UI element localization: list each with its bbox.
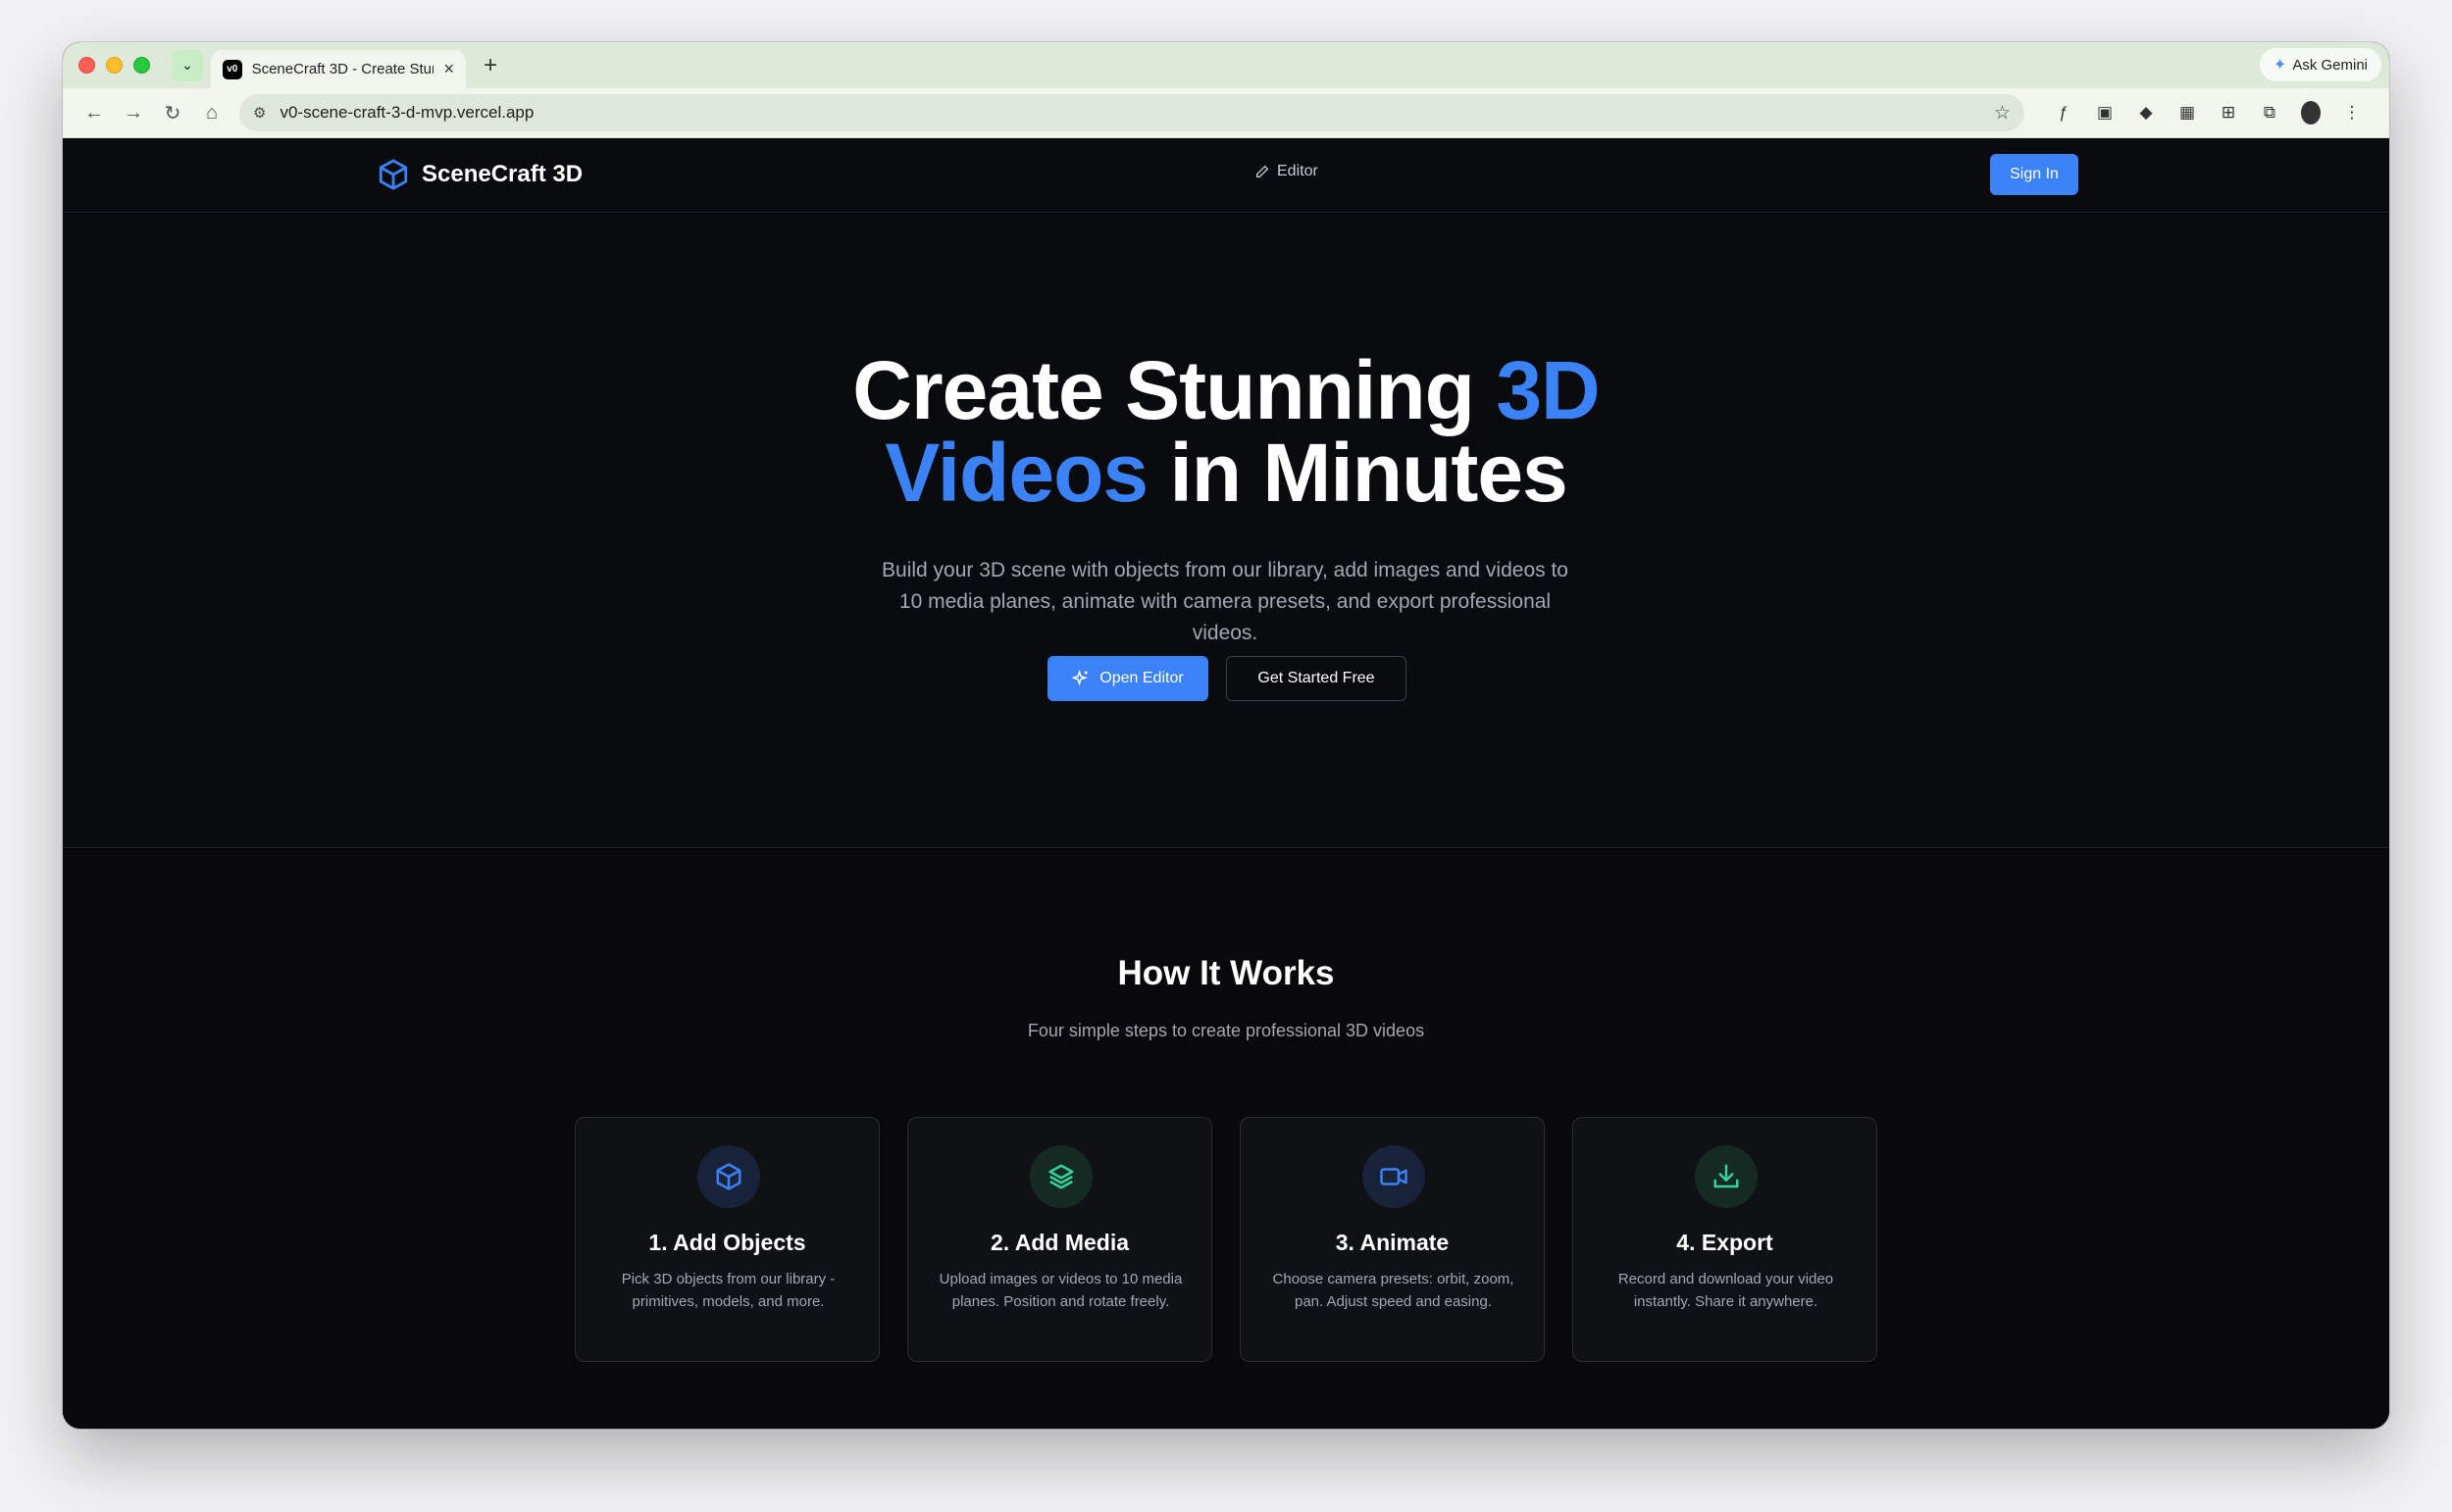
hero-title-accent2: Videos	[885, 427, 1149, 519]
download-icon	[1713, 1164, 1739, 1188]
nav-editor-link[interactable]: Editor	[1254, 163, 1318, 180]
step-description: Choose camera presets: orbit, zoom, pan.…	[1272, 1271, 1514, 1310]
open-editor-button[interactable]: Open Editor	[1047, 656, 1208, 701]
site-header: SceneCraft 3D Editor Sign In	[63, 138, 2389, 213]
extension-f-icon[interactable]: ƒ	[2054, 103, 2073, 123]
tab-strip: ⌄ v0 SceneCraft 3D - Create Stunni × + ✦…	[63, 42, 2389, 88]
extension-grid-icon[interactable]: ⊞	[2219, 103, 2238, 123]
step-description: Upload images or videos to 10 media plan…	[939, 1271, 1183, 1310]
sparkles-icon	[1072, 670, 1089, 686]
browser-toolbar: ← → ↻ ⌂ ⚙ v0-scene-craft-3-d-mvp.vercel.…	[63, 88, 2389, 138]
extensions-area: ƒ ▣ ◆ ▦ ⊞ ⧉ ⋮	[2054, 101, 2362, 125]
url-text[interactable]: v0-scene-craft-3-d-mvp.vercel.app	[280, 103, 1980, 123]
get-started-button[interactable]: Get Started Free	[1226, 656, 1406, 701]
nav-editor-label: Editor	[1277, 163, 1318, 179]
step-icon-wrap	[1695, 1145, 1758, 1208]
how-it-works-title: How It Works	[1117, 954, 1335, 992]
cube-icon	[716, 1163, 741, 1190]
step-card-animate: 3. Animate Choose camera presets: orbit,…	[1240, 1117, 1545, 1362]
extension-qr-icon[interactable]: ▦	[2177, 103, 2197, 123]
logo[interactable]: SceneCraft 3D	[377, 158, 583, 191]
bookmark-star-icon[interactable]: ☆	[1994, 102, 2011, 125]
step-title: 2. Add Media	[991, 1230, 1129, 1255]
how-it-works-subtitle: Four simple steps to create professional…	[1027, 1021, 1425, 1040]
window-controls	[78, 57, 150, 74]
forward-arrow-icon[interactable]: →	[114, 102, 153, 125]
hero-title-part2: in Minutes	[1148, 427, 1567, 519]
gemini-sparkle-icon: ✦	[2273, 57, 2287, 74]
browser-window: ⌄ v0 SceneCraft 3D - Create Stunni × + ✦…	[63, 42, 2389, 1429]
sign-in-button[interactable]: Sign In	[1990, 154, 2078, 195]
close-window-button[interactable]	[78, 57, 95, 74]
maximize-window-button[interactable]	[133, 57, 150, 74]
home-icon[interactable]: ⌂	[192, 102, 231, 125]
back-arrow-icon[interactable]: ←	[75, 102, 114, 125]
pencil-icon	[1256, 165, 1269, 177]
tab-title: SceneCraft 3D - Create Stunni	[251, 61, 434, 77]
browser-tab-active[interactable]: v0 SceneCraft 3D - Create Stunni ×	[211, 50, 466, 88]
step-card-export: 4. Export Record and download your video…	[1572, 1117, 1877, 1362]
hero-title-part1: Create Stunning	[852, 344, 1497, 436]
step-icon-wrap	[1030, 1145, 1093, 1208]
hero-title-accent1: 3D	[1496, 344, 1600, 436]
extension-box-icon[interactable]: ▣	[2095, 103, 2115, 123]
hero-section: Create Stunning 3D Videos in Minutes Bui…	[63, 214, 2389, 848]
step-title: 1. Add Objects	[648, 1230, 806, 1255]
cube-logo-icon	[379, 159, 408, 190]
how-it-works-section: How It Works Four simple steps to create…	[63, 849, 2389, 1429]
video-camera-icon	[1380, 1168, 1407, 1185]
tab-search-button[interactable]: ⌄	[172, 49, 203, 81]
steps-cards: 1. Add Objects Pick 3D objects from our …	[575, 1117, 1877, 1362]
step-card-add-media: 2. Add Media Upload images or videos to …	[907, 1117, 1212, 1362]
open-editor-label: Open Editor	[1099, 670, 1184, 686]
hero-title: Create Stunning 3D Videos in Minutes	[63, 349, 2389, 514]
new-tab-button[interactable]: +	[484, 52, 497, 79]
step-title: 4. Export	[1676, 1230, 1773, 1255]
more-menu-icon[interactable]: ⋮	[2342, 103, 2362, 123]
layers-icon	[1048, 1164, 1074, 1189]
close-tab-icon[interactable]: ×	[443, 59, 454, 79]
step-title: 3. Animate	[1335, 1230, 1450, 1255]
step-description: Pick 3D objects from our library - primi…	[621, 1271, 836, 1310]
chevron-down-icon: ⌄	[181, 57, 193, 73]
step-icon-wrap	[1362, 1145, 1425, 1208]
address-bar[interactable]: ⚙ v0-scene-craft-3-d-mvp.vercel.app ☆	[239, 94, 2024, 131]
logo-text: SceneCraft 3D	[422, 161, 584, 187]
ask-gemini-label: Ask Gemini	[2292, 56, 2368, 74]
minimize-window-button[interactable]	[106, 57, 123, 74]
step-description: Record and download your video instantly…	[1617, 1271, 1834, 1310]
site-settings-icon[interactable]: ⚙	[253, 104, 266, 122]
v0-favicon-icon: v0	[223, 59, 242, 79]
extension-fox-icon[interactable]: ◆	[2136, 103, 2156, 123]
web-page: SceneCraft 3D Editor Sign In Create Stun…	[63, 138, 2389, 1429]
ask-gemini-button[interactable]: ✦ Ask Gemini	[2259, 48, 2381, 81]
extensions-puzzle-icon[interactable]: ⧉	[2260, 103, 2279, 123]
hero-subtitle: Build your 3D scene with objects from ou…	[882, 559, 1568, 644]
step-card-add-objects: 1. Add Objects Pick 3D objects from our …	[575, 1117, 880, 1362]
reload-icon[interactable]: ↻	[153, 101, 192, 126]
profile-avatar[interactable]	[2301, 101, 2321, 125]
step-icon-wrap	[697, 1145, 760, 1208]
